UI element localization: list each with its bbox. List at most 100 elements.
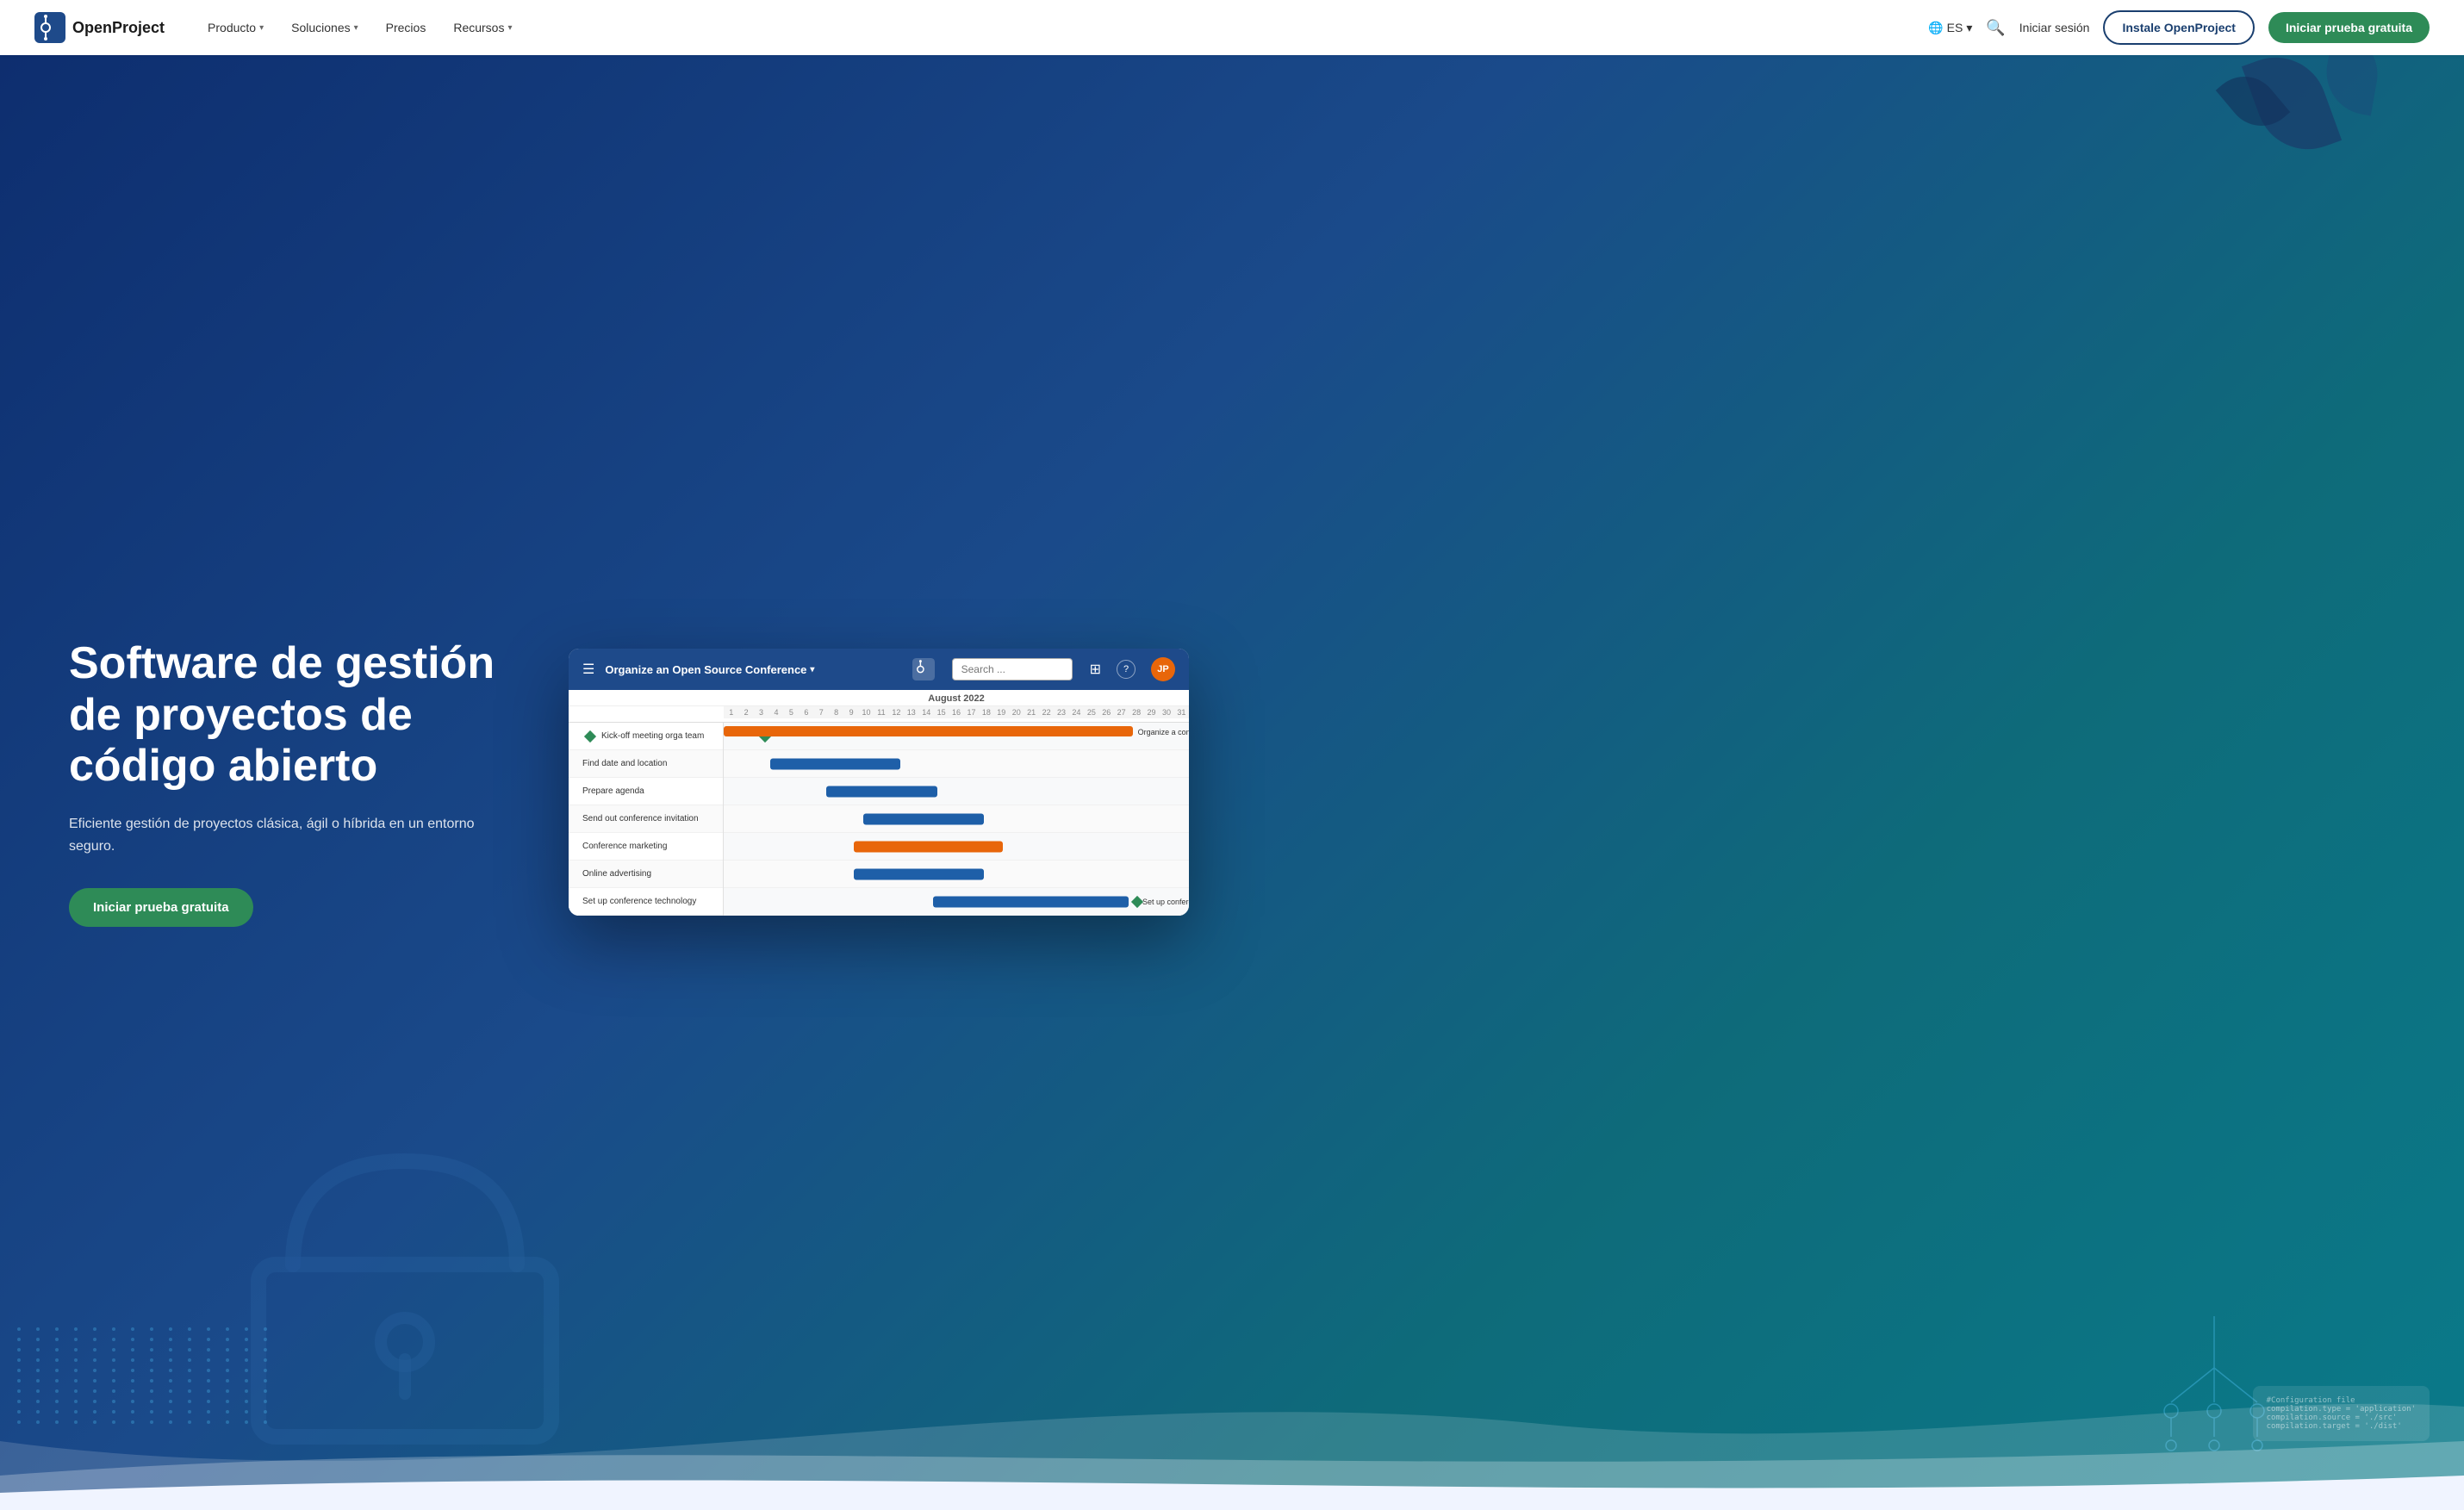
search-input[interactable] [952, 658, 1073, 680]
gantt-day: 12 [889, 706, 904, 718]
gantt-area: August 2022 1234567891011121314151617181… [569, 690, 1189, 916]
gantt-day: 24 [1069, 706, 1084, 718]
dot [17, 1327, 21, 1331]
code-snippet: #Configuration file compilation.type = '… [2253, 1386, 2430, 1441]
gantt-bar-blue [826, 786, 938, 797]
gantt-label-row: Send out conference invitation [569, 805, 723, 833]
project-name: Organize an Open Source Conference ▾ [605, 663, 814, 676]
nav-soluciones[interactable]: Soluciones ▾ [279, 14, 370, 41]
gantt-day: 1 [724, 706, 738, 718]
hero-text-block: Software de gestión de proyectos de códi… [69, 638, 517, 928]
chevron-down-icon: ▾ [507, 23, 512, 33]
gantt-day: 5 [784, 706, 799, 718]
gantt-day: 10 [859, 706, 874, 718]
gantt-day: 11 [874, 706, 888, 718]
gantt-label-row: Kick-off meeting orga team [569, 723, 723, 750]
gantt-day: 14 [918, 706, 933, 718]
gantt-body: Kick-off meeting orga team Find date and… [569, 723, 1189, 916]
dot [93, 1327, 96, 1331]
gantt-month-label: August 2022 [724, 693, 1189, 704]
dot [74, 1327, 78, 1331]
logo-link[interactable]: OpenProject [34, 12, 165, 43]
menu-icon[interactable]: ☰ [582, 661, 594, 678]
chevron-down-icon: ▾ [810, 665, 814, 674]
app-logo-icon [912, 658, 935, 680]
search-icon[interactable]: 🔍 [1986, 19, 2005, 37]
gantt-day: 29 [1144, 706, 1159, 718]
nav-precios[interactable]: Precios [374, 14, 439, 41]
gantt-day: 27 [1114, 706, 1129, 718]
gantt-chart-row [724, 778, 1189, 805]
signin-link[interactable]: Iniciar sesión [2019, 21, 2090, 34]
grid-icon[interactable]: ⊞ [1090, 661, 1101, 678]
navbar: OpenProject Producto ▾ Soluciones ▾ Prec… [0, 0, 2464, 55]
gantt-chart-row [724, 805, 1189, 833]
hero-app-screenshot: ☰ Organize an Open Source Conference ▾ [569, 649, 2395, 916]
dot [131, 1327, 134, 1331]
gantt-day: 15 [934, 706, 949, 718]
install-button[interactable]: Instale OpenProject [2103, 10, 2254, 45]
nav-recursos[interactable]: Recursos ▾ [441, 14, 524, 41]
gantt-header: August 2022 1234567891011121314151617181… [569, 690, 1189, 723]
app-window: ☰ Organize an Open Source Conference ▾ [569, 649, 1189, 916]
trial-button-hero[interactable]: Iniciar prueba gratuita [69, 888, 253, 927]
gantt-day: 7 [814, 706, 829, 718]
chevron-down-icon: ▾ [1966, 21, 1972, 35]
gantt-bar-blue [863, 813, 984, 824]
gantt-day: 4 [768, 706, 783, 718]
gantt-label-row: Conference marketing [569, 833, 723, 861]
gantt-label-row: Prepare agenda [569, 778, 723, 805]
dot [188, 1327, 191, 1331]
gantt-labels: Kick-off meeting orga team Find date and… [569, 723, 724, 916]
dot [150, 1327, 153, 1331]
dot [55, 1327, 59, 1331]
globe-icon: 🌐 [1928, 21, 1943, 35]
gantt-day: 20 [1009, 706, 1024, 718]
milestone-icon [584, 730, 596, 743]
gantt-day: 2 [738, 706, 753, 718]
gantt-day: 17 [964, 706, 979, 718]
gantt-day: 28 [1129, 706, 1143, 718]
gantt-chart-row: Set up conference technology [724, 888, 1189, 916]
help-icon[interactable]: ? [1117, 660, 1136, 679]
logo-text: OpenProject [72, 19, 165, 37]
nav-right: 🌐 ES ▾ 🔍 Iniciar sesión Instale OpenProj… [1928, 10, 2430, 45]
hero-title: Software de gestión de proyectos de códi… [69, 638, 517, 792]
gantt-day: 25 [1084, 706, 1098, 718]
gantt-bar-blue [854, 868, 984, 879]
gantt-day: 6 [799, 706, 813, 718]
hero-content: Software de gestión de proyectos de códi… [0, 587, 2464, 979]
gantt-day: 31 [1174, 706, 1189, 718]
gantt-span-bar [724, 726, 1133, 736]
avatar[interactable]: JP [1151, 657, 1175, 681]
gantt-days-row: 1234567891011121314151617181920212223242… [724, 706, 1189, 718]
gantt-chart-row [724, 861, 1189, 888]
gantt-day: 13 [904, 706, 918, 718]
nav-producto[interactable]: Producto ▾ [196, 14, 276, 41]
hero-subtitle: Eficiente gestión de proyectos clásica, … [69, 813, 517, 857]
gantt-bar-blue [933, 896, 1129, 907]
trial-button-nav[interactable]: Iniciar prueba gratuita [2268, 12, 2430, 43]
dot [112, 1327, 115, 1331]
gantt-day: 19 [994, 706, 1009, 718]
gantt-label-row: Set up conference technology [569, 888, 723, 916]
gantt-day: 16 [949, 706, 963, 718]
app-topbar: ☰ Organize an Open Source Conference ▾ [569, 649, 1189, 690]
chevron-down-icon: ▾ [354, 23, 358, 33]
gantt-day: 18 [979, 706, 993, 718]
gantt-label-row: Find date and location [569, 750, 723, 778]
chevron-down-icon: ▾ [259, 23, 264, 33]
hero-section: Software de gestión de proyectos de códi… [0, 0, 2464, 1510]
gantt-day: 9 [843, 706, 858, 718]
dot [169, 1327, 172, 1331]
gantt-chart-row [724, 833, 1189, 861]
dot [207, 1327, 210, 1331]
gantt-bar-orange [854, 841, 1003, 852]
gantt-day: 22 [1039, 706, 1054, 718]
logo-icon [34, 12, 65, 43]
gantt-label-row: Online advertising [569, 861, 723, 888]
gantt-day: 26 [1099, 706, 1114, 718]
gantt-chart: Organize a conference [724, 723, 1189, 916]
language-selector[interactable]: 🌐 ES ▾ [1928, 21, 1972, 35]
gantt-bar-label: Set up conference technology [1142, 898, 1189, 906]
